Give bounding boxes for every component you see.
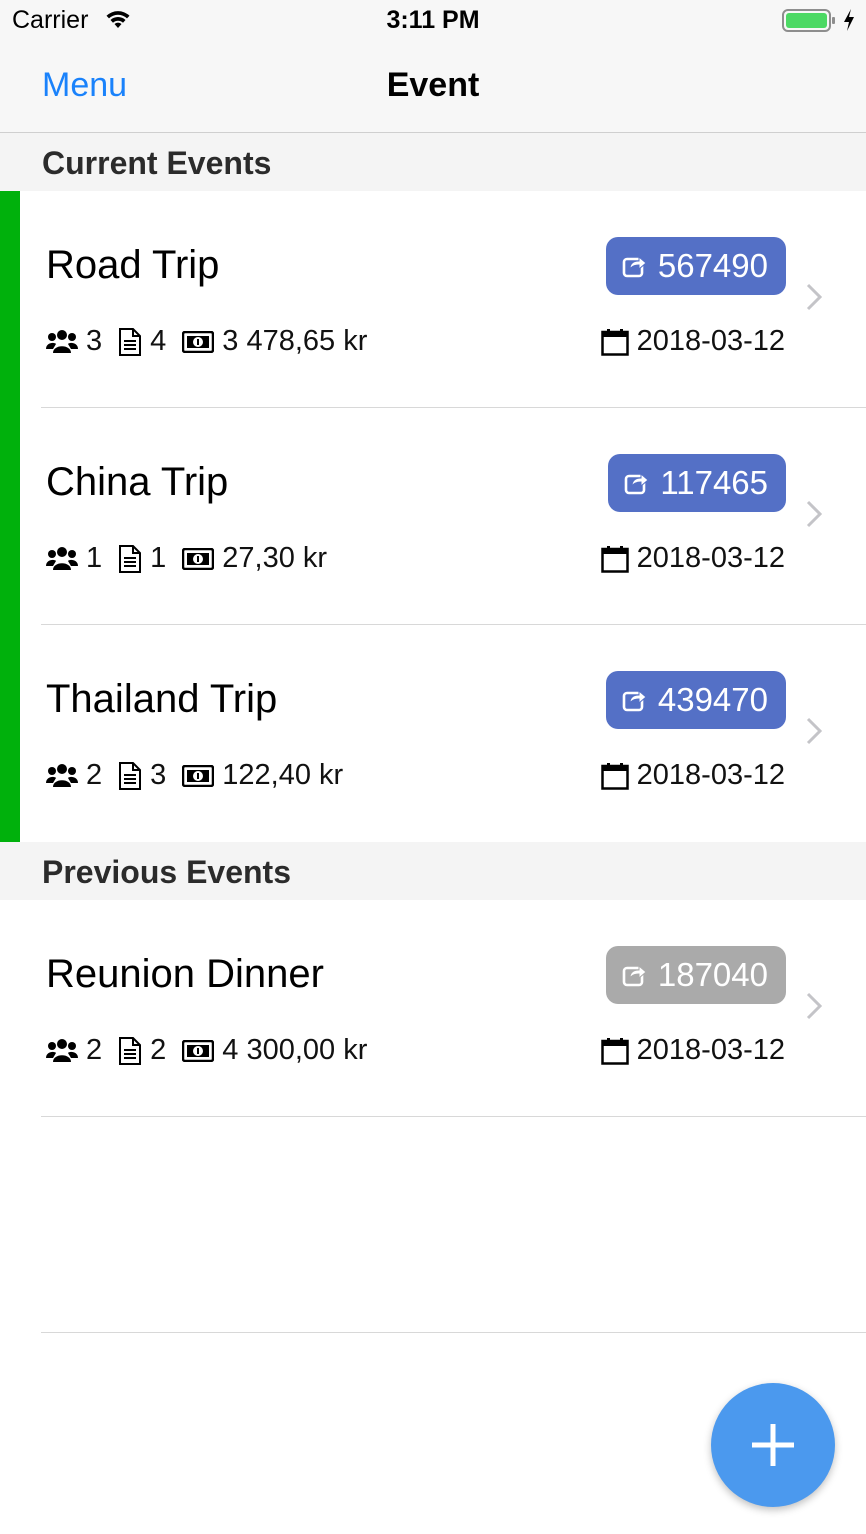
share-code-button[interactable]: 117465	[608, 454, 786, 512]
active-indicator	[0, 191, 20, 408]
calendar-icon	[600, 545, 629, 573]
event-row[interactable]: Thailand Trip 439470 2 3 122,40 kr 2018-…	[0, 625, 866, 842]
share-icon	[622, 689, 647, 712]
share-icon	[625, 472, 650, 495]
share-code-button[interactable]: 567490	[605, 237, 786, 295]
date-label: 2018-03-12	[636, 1034, 785, 1066]
date-label: 2018-03-12	[636, 542, 785, 574]
share-icon	[622, 255, 647, 278]
add-event-button[interactable]	[711, 1383, 835, 1507]
people-count: 2	[86, 1034, 103, 1066]
document-icon	[118, 544, 142, 573]
event-row[interactable]: Road Trip 567490 3 4 3 478,65 kr 2018-03…	[0, 191, 866, 408]
event-name: Thailand Trip	[46, 677, 278, 721]
event-date: 2018-03-12	[600, 1034, 785, 1067]
share-code: 567490	[657, 247, 768, 284]
date-label: 2018-03-12	[636, 325, 785, 357]
users-icon	[46, 546, 78, 572]
status-bar: Carrier 3:11 PM	[0, 0, 866, 40]
date-label: 2018-03-12	[636, 759, 785, 791]
share-code: 187040	[657, 956, 768, 993]
row-divider	[41, 1116, 866, 1117]
chevron-right-icon	[806, 500, 822, 528]
active-indicator	[0, 408, 20, 625]
receipt-count: 2	[150, 1034, 167, 1066]
share-code-button[interactable]: 187040	[605, 946, 786, 1004]
section-header-current: Current Events	[0, 133, 866, 191]
chevron-right-icon	[806, 283, 822, 311]
event-date: 2018-03-12	[600, 542, 785, 575]
event-row[interactable]: Reunion Dinner 187040 2 2 4 300,00 kr 20…	[0, 900, 866, 1117]
receipt-count: 3	[150, 759, 167, 791]
receipt-count: 1	[150, 542, 167, 574]
money-icon	[182, 330, 215, 353]
event-amount: 122,40 kr	[222, 759, 344, 791]
empty-row-divider	[41, 1332, 866, 1333]
event-amount: 27,30 kr	[222, 542, 328, 574]
users-icon	[46, 1038, 78, 1064]
money-icon	[182, 764, 215, 787]
share-code: 117465	[660, 464, 768, 501]
event-date: 2018-03-12	[600, 759, 785, 792]
calendar-icon	[600, 1037, 629, 1065]
event-name: Road Trip	[46, 243, 220, 287]
event-meta: 2 2 4 300,00 kr	[46, 1034, 383, 1067]
receipt-count: 4	[150, 325, 167, 357]
people-count: 2	[86, 759, 103, 791]
plus-icon	[752, 1424, 794, 1466]
event-meta: 1 1 27,30 kr	[46, 542, 343, 575]
calendar-icon	[600, 328, 629, 356]
chevron-right-icon	[806, 717, 822, 745]
event-meta: 3 4 3 478,65 kr	[46, 325, 383, 358]
event-row[interactable]: China Trip 117465 1 1 27,30 kr 2018-03-1…	[0, 408, 866, 625]
users-icon	[46, 763, 78, 789]
document-icon	[118, 1036, 142, 1065]
section-title: Current Events	[42, 145, 272, 181]
section-title: Previous Events	[42, 854, 291, 890]
charging-icon	[842, 8, 856, 37]
clock: 3:11 PM	[386, 6, 480, 34]
event-amount: 3 478,65 kr	[222, 325, 368, 357]
active-indicator	[0, 625, 20, 842]
section-header-previous: Previous Events	[0, 842, 866, 900]
battery-icon	[782, 9, 836, 38]
event-amount: 4 300,00 kr	[222, 1034, 368, 1066]
event-name: Reunion Dinner	[46, 952, 324, 996]
event-meta: 2 3 122,40 kr	[46, 759, 359, 792]
people-count: 1	[86, 542, 103, 574]
navigation-bar: Menu Event	[0, 40, 866, 133]
chevron-right-icon	[806, 992, 822, 1020]
people-count: 3	[86, 325, 103, 357]
money-icon	[182, 547, 215, 570]
calendar-icon	[600, 762, 629, 790]
users-icon	[46, 329, 78, 355]
share-code-button[interactable]: 439470	[605, 671, 786, 729]
document-icon	[118, 327, 142, 356]
page-title: Event	[386, 66, 480, 104]
event-date: 2018-03-12	[600, 325, 785, 358]
document-icon	[118, 761, 142, 790]
share-code: 439470	[657, 681, 768, 718]
money-icon	[182, 1039, 215, 1062]
event-name: China Trip	[46, 460, 229, 504]
share-icon	[622, 964, 647, 987]
